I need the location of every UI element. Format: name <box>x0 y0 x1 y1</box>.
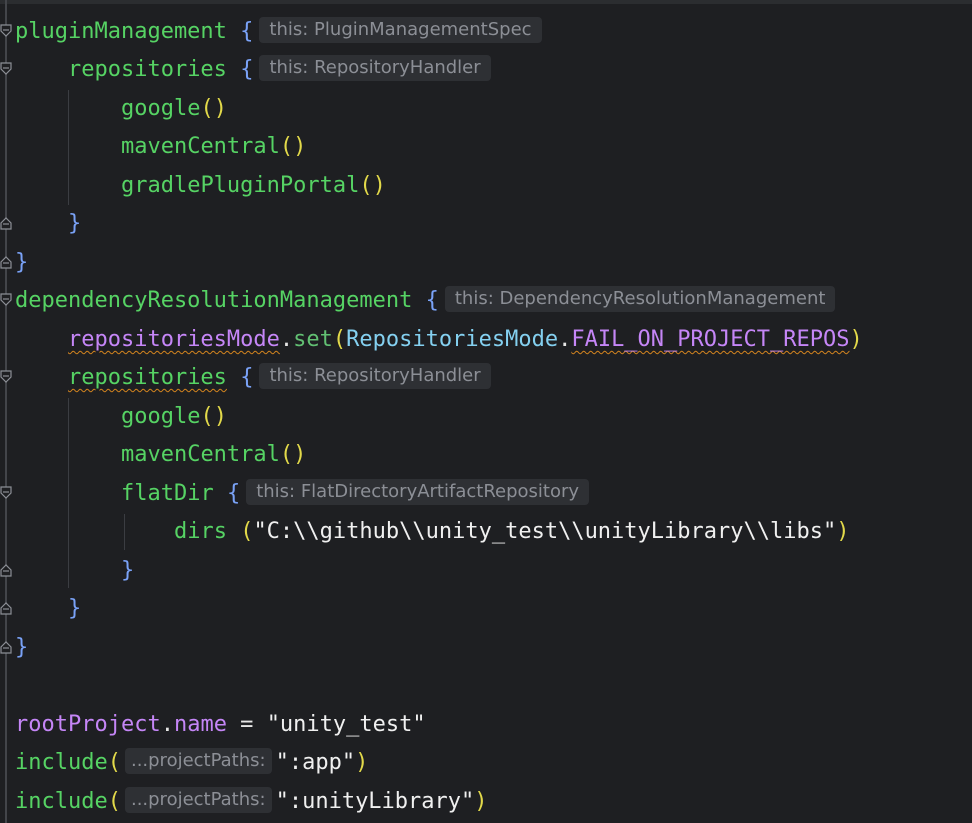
fold-collapse-icon[interactable] <box>0 293 12 307</box>
brace: } <box>15 250 29 275</box>
code-line[interactable]: dirs ("C:\\github\\unity_test\\unityLibr… <box>15 513 850 551</box>
code-line[interactable]: gradlePluginPortal() <box>15 167 386 205</box>
function-name: repositories <box>67 365 227 390</box>
parens: () <box>200 404 227 429</box>
function-name: dependencyResolutionManagement <box>15 288 413 313</box>
code-line[interactable]: } <box>15 205 81 243</box>
property-name: name <box>173 712 227 737</box>
paren: ( <box>332 327 347 352</box>
type-hint: this: RepositoryHandler <box>259 55 491 81</box>
code-line[interactable]: google() <box>15 90 227 128</box>
code-line[interactable]: include(...projectPaths: ":unityLibrary") <box>15 783 488 821</box>
parameter-hint: ...projectPaths: <box>124 787 272 813</box>
parens: () <box>200 96 227 121</box>
code-line[interactable]: flatDir {this: FlatDirectoryArtifactRepo… <box>15 475 590 513</box>
method-name: set <box>293 327 333 352</box>
function-name: include <box>15 750 108 775</box>
brace: { <box>240 365 254 390</box>
code-line[interactable]: repositories {this: RepositoryHandler <box>15 51 491 89</box>
string-literal: "C:\\github\\unity_test\\unityLibrary\\l… <box>253 519 837 544</box>
function-name: repositories <box>67 57 227 82</box>
fold-end-icon[interactable] <box>0 216 12 230</box>
code-line[interactable]: dependencyResolutionManagement {this: De… <box>15 282 836 320</box>
fold-end-icon[interactable] <box>0 255 12 269</box>
code-line[interactable]: repositories {this: RepositoryHandler <box>15 359 491 397</box>
brace: } <box>67 596 82 621</box>
constant-name: FAIL_ON_PROJECT_REPOS <box>571 327 850 352</box>
brace: } <box>15 635 29 660</box>
code-line[interactable]: rootProject.name = "unity_test" <box>15 706 426 744</box>
code-line[interactable]: } <box>15 244 28 282</box>
code-editor[interactable]: pluginManagement {this: PluginManagement… <box>0 0 972 823</box>
fold-collapse-icon[interactable] <box>0 62 12 76</box>
paren: ( <box>107 789 121 814</box>
fold-collapse-icon[interactable] <box>0 486 12 500</box>
fold-collapse-icon[interactable] <box>0 24 12 38</box>
function-name: mavenCentral <box>120 442 280 467</box>
dot: . <box>558 327 572 352</box>
function-name: gradlePluginPortal <box>120 173 360 198</box>
code-line[interactable]: } <box>15 590 81 628</box>
function-name: dirs <box>173 519 227 544</box>
paren: ( <box>107 750 121 775</box>
type-name: RepositoriesMode <box>346 327 559 352</box>
function-name: pluginManagement <box>15 19 227 44</box>
string-literal: ":unityLibrary" <box>275 789 475 814</box>
brace: { <box>240 19 254 44</box>
brace: } <box>67 211 82 236</box>
code-line[interactable]: repositoriesMode.set(RepositoriesMode.FA… <box>15 321 863 359</box>
code-line[interactable]: include(...projectPaths: ":app") <box>15 744 368 782</box>
function-name: mavenCentral <box>120 134 280 159</box>
code-line[interactable]: mavenCentral() <box>15 436 306 474</box>
string-literal: "unity_test" <box>266 712 426 737</box>
brace: } <box>120 558 135 583</box>
paren: ) <box>836 519 850 544</box>
paren: ) <box>355 750 369 775</box>
code-line[interactable]: pluginManagement {this: PluginManagement… <box>15 13 542 51</box>
code-line[interactable]: } <box>15 552 134 590</box>
type-hint: this: PluginManagementSpec <box>259 17 542 43</box>
fold-end-icon[interactable] <box>0 640 12 654</box>
parens: () <box>279 134 307 159</box>
gutter-fold-line <box>5 0 7 823</box>
code-line[interactable]: mavenCentral() <box>15 128 306 166</box>
function-name: google <box>120 96 201 121</box>
dot: . <box>160 712 174 737</box>
function-name: include <box>15 789 108 814</box>
type-hint: this: FlatDirectoryArtifactRepository <box>246 479 590 505</box>
type-hint: this: RepositoryHandler <box>259 363 491 389</box>
function-name: google <box>120 404 201 429</box>
code-line[interactable]: } <box>15 629 28 667</box>
fold-collapse-icon[interactable] <box>0 370 12 384</box>
function-name: flatDir <box>120 481 214 506</box>
paren: ) <box>849 327 863 352</box>
brace: { <box>240 57 254 82</box>
string-literal: ":app" <box>275 750 356 775</box>
editor-top-edge <box>0 0 972 4</box>
code-line[interactable]: google() <box>15 398 227 436</box>
operator: = <box>226 712 267 737</box>
parameter-hint: ...projectPaths: <box>124 748 272 774</box>
paren: ( <box>240 519 254 544</box>
type-hint: this: DependencyResolutionManagement <box>444 286 836 312</box>
parens: () <box>359 173 386 198</box>
brace: { <box>425 288 439 313</box>
property-name: repositoriesMode <box>67 327 280 352</box>
brace: { <box>226 481 241 506</box>
dot: . <box>279 327 294 352</box>
fold-end-icon[interactable] <box>0 601 12 615</box>
paren: ) <box>474 789 488 814</box>
property-name: rootProject <box>15 712 161 737</box>
fold-end-icon[interactable] <box>0 563 12 577</box>
parens: () <box>279 442 307 467</box>
